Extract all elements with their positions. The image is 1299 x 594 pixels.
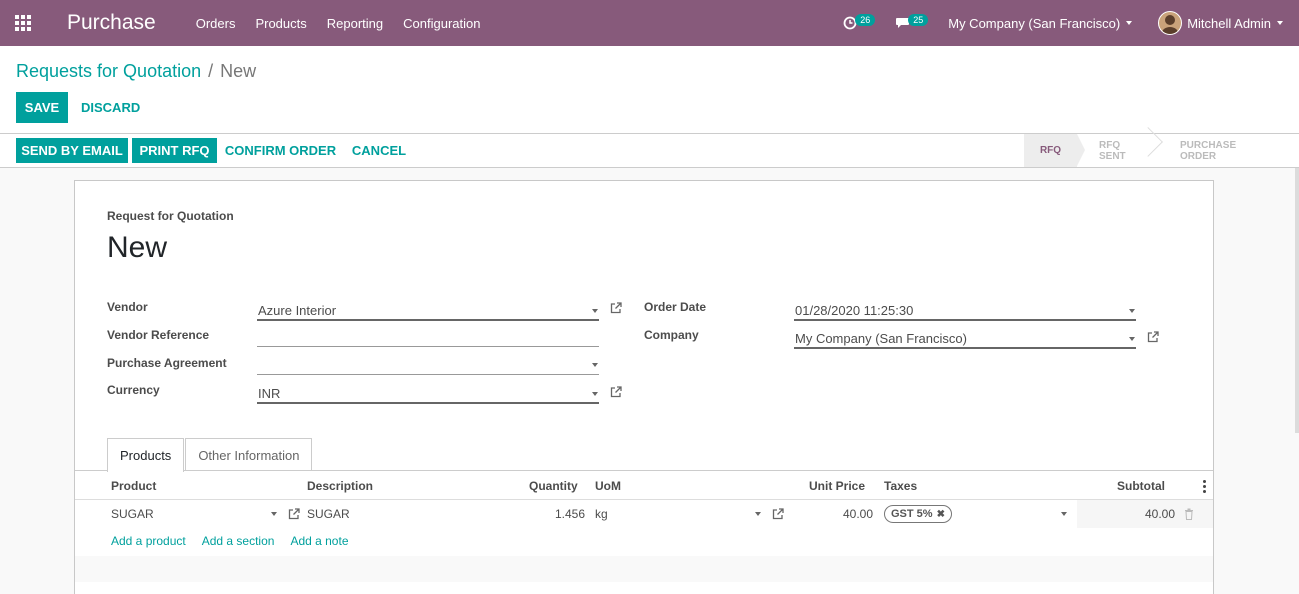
caret-down-icon [1126,21,1133,25]
tab-products[interactable]: Products [107,438,185,472]
order-date-label: Order Date [644,300,707,314]
order-lines-header: Product Description Quantity UoM Unit Pr… [75,471,1213,500]
add-note-link[interactable]: Add a note [290,534,348,548]
trash-icon[interactable] [1184,508,1194,520]
stage-rfq: RFQ [1024,134,1085,167]
external-link-icon[interactable] [609,301,623,315]
row-quantity[interactable]: 1.456 [555,507,585,521]
activity-menu[interactable]: 26 [843,14,876,30]
breadcrumb: Requests for Quotation / New [16,61,256,82]
vendor-value: Azure Interior [258,303,337,318]
form-title-label: Request for Quotation [107,209,234,223]
purchase-agreement-label: Purchase Agreement [107,356,227,370]
currency-label: Currency [107,383,160,397]
company-value: My Company (San Francisco) [795,331,967,346]
discard-button[interactable]: DISCARD [81,100,140,115]
add-product-link[interactable]: Add a product [111,534,186,548]
control-panel: Requests for Quotation / New SAVE DISCARD [0,46,1299,133]
company-switcher[interactable]: My Company (San Francisco) [948,15,1133,31]
dropdown-caret-icon [592,392,598,396]
order-date-value: 01/28/2020 11:25:30 [795,303,914,318]
column-header-subtotal[interactable]: Subtotal [1117,479,1165,493]
confirm-order-button[interactable]: CONFIRM ORDER [222,138,339,163]
company-label: Company [644,328,699,342]
messaging-menu[interactable]: 25 [895,14,929,30]
empty-table-row [75,556,1213,582]
row-description[interactable]: SUGAR [307,507,350,521]
column-header-unit-price[interactable]: Unit Price [809,479,865,493]
stage-rfq-sent: RFQ SENT [1077,134,1159,167]
menu-products[interactable]: Products [255,16,306,31]
row-unit-price[interactable]: 40.00 [843,507,873,521]
dropdown-caret-icon [1129,337,1135,341]
save-button[interactable]: SAVE [16,92,68,123]
breadcrumb-parent-link[interactable]: Requests for Quotation [16,61,201,81]
stage-purchase-order: PURCHASE ORDER [1180,139,1237,162]
order-date-field[interactable]: 01/28/2020 11:25:30 [794,299,1136,321]
row-subtotal: 40.00 [1145,507,1176,521]
vendor-reference-field[interactable] [257,325,599,347]
company-field[interactable]: My Company (San Francisco) [794,327,1136,349]
dropdown-caret-icon[interactable] [1061,512,1067,516]
row-product[interactable]: SUGAR [111,507,154,521]
breadcrumb-current: New [220,61,257,81]
column-header-description[interactable]: Description [307,479,373,493]
tax-tag-label: GST 5% [891,508,933,520]
app-name: Purchase [67,11,156,34]
top-navbar: Purchase Orders Products Reporting Confi… [0,0,1299,46]
cancel-button[interactable]: CANCEL [346,138,412,163]
tab-other-information[interactable]: Other Information [185,438,313,471]
row-uom[interactable]: kg [595,507,608,521]
user-name: Mitchell Admin [1187,15,1271,31]
table-row[interactable]: SUGAR SUGAR 1.456 kg 40.00 GST 5% ✖ 40.0… [75,500,1213,528]
apps-menu-icon[interactable] [0,0,46,46]
external-link-icon[interactable] [609,385,623,399]
dropdown-caret-icon[interactable] [755,512,761,516]
external-link-icon[interactable] [771,507,785,521]
external-link-icon[interactable] [1146,330,1160,344]
purchase-agreement-field[interactable] [257,353,599,375]
user-menu[interactable]: Mitchell Admin [1158,11,1283,35]
menu-reporting[interactable]: Reporting [327,16,383,31]
menu-configuration[interactable]: Configuration [403,16,480,31]
page-scrollbar[interactable] [1295,168,1299,433]
print-rfq-button[interactable]: PRINT RFQ [132,138,217,163]
remove-tag-icon[interactable]: ✖ [937,509,945,520]
external-link-icon[interactable] [287,507,301,521]
company-switcher-label: My Company (San Francisco) [948,15,1121,31]
dropdown-caret-icon[interactable] [271,512,277,516]
currency-value: INR [258,386,281,401]
notebook-tabs: Products Other Information [107,438,313,472]
dropdown-caret-icon [592,363,598,367]
status-stages: RFQ RFQ SENT PURCHASE ORDER [1024,134,1287,167]
dropdown-caret-icon [1129,309,1135,313]
currency-field[interactable]: INR [257,382,599,404]
add-section-link[interactable]: Add a section [202,534,275,548]
form-statusbar: SEND BY EMAIL PRINT RFQ CONFIRM ORDER CA… [0,133,1299,168]
optional-columns-icon[interactable] [1203,480,1207,495]
avatar [1158,11,1183,35]
breadcrumb-separator: / [208,61,214,81]
form-sheet: Request for Quotation New Vendor Azure I… [74,180,1214,594]
send-by-email-button[interactable]: SEND BY EMAIL [16,138,128,163]
caret-down-icon [1277,21,1283,25]
tax-tag: GST 5% ✖ [884,505,952,523]
record-name: New [107,231,168,264]
message-count-badge: 25 [908,14,929,26]
column-header-uom[interactable]: UoM [595,479,621,493]
column-header-product[interactable]: Product [111,479,156,493]
activity-count-badge: 26 [855,14,876,26]
vendor-label: Vendor [107,300,148,314]
add-line-links: Add a product Add a section Add a note [111,534,365,548]
vendor-reference-label: Vendor Reference [107,328,210,342]
menu-orders[interactable]: Orders [196,16,236,31]
dropdown-caret-icon [592,309,598,313]
column-header-quantity[interactable]: Quantity [529,479,578,493]
column-header-taxes[interactable]: Taxes [884,479,917,493]
vendor-field[interactable]: Azure Interior [257,299,599,321]
